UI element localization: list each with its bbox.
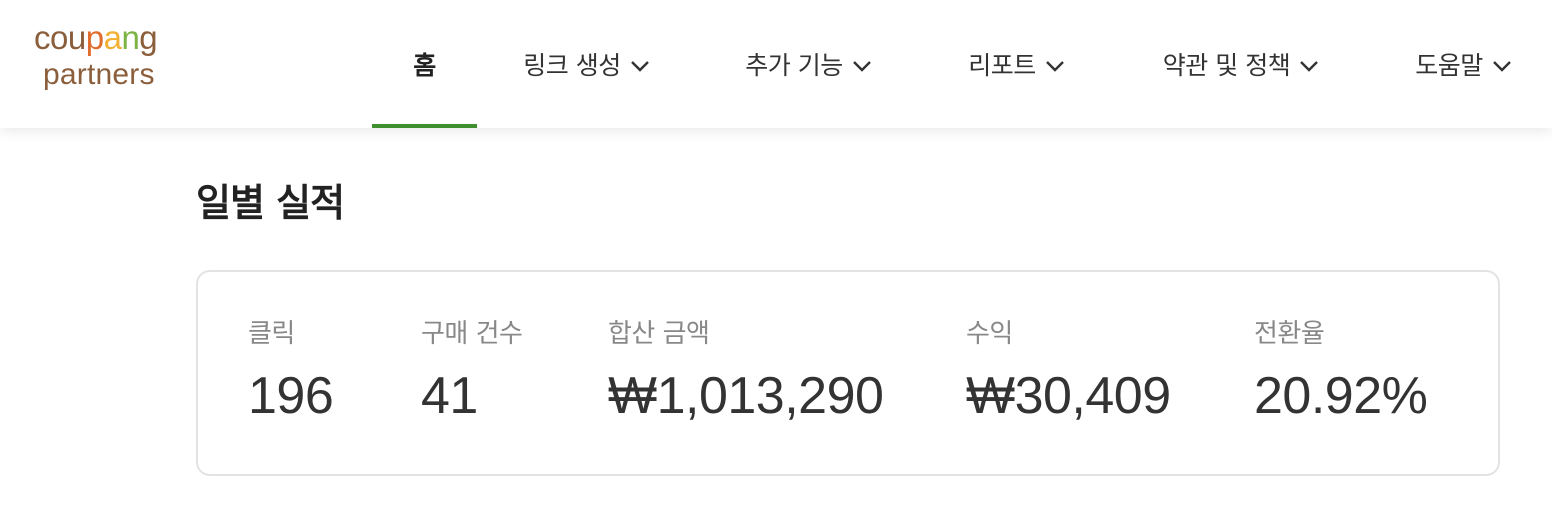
- nav-item-label: 약관 및 정책: [1162, 51, 1291, 80]
- stat-label: 구매 건수: [421, 319, 523, 349]
- nav-item-terms-policy[interactable]: 약관 및 정책: [1154, 0, 1329, 128]
- nav-item-label: 리포트: [968, 51, 1036, 80]
- logo-letter: u: [67, 19, 86, 56]
- stat-total-amount: 합산 금액 ₩1,013,290: [608, 316, 884, 426]
- stat-label: 합산 금액: [608, 319, 710, 349]
- logo-letter: a: [103, 19, 122, 56]
- stat-label: 전환율: [1254, 319, 1325, 349]
- stat-conversion-rate: 전환율 20.92%: [1254, 316, 1428, 426]
- logo-letter: c: [34, 19, 51, 56]
- nav-item-label: 추가 기능: [745, 51, 843, 80]
- stat-clicks: 클릭 196: [248, 316, 334, 426]
- coupang-partners-logo[interactable]: coupang partners: [34, 18, 184, 98]
- chevron-down-icon: [629, 59, 651, 73]
- chevron-down-icon: [1044, 59, 1066, 73]
- page-title: 일별 실적: [196, 181, 345, 225]
- chevron-down-icon: [1491, 59, 1513, 73]
- stat-revenue: 수익 ₩30,409: [966, 316, 1171, 426]
- logo-letter: p: [85, 19, 104, 56]
- logo-letter: n: [121, 19, 140, 56]
- stat-value: 196: [248, 367, 334, 425]
- stat-label: 수익: [966, 319, 1013, 349]
- chevron-down-icon: [1298, 59, 1320, 73]
- stat-value: ₩30,409: [966, 367, 1171, 425]
- stat-value: ₩1,013,290: [608, 367, 884, 425]
- nav-item-link-create[interactable]: 링크 생성: [517, 0, 657, 128]
- daily-performance-card: 클릭 196 구매 건수 41 합산 금액 ₩1,013,290 수익 ₩30,…: [196, 270, 1500, 476]
- top-header: coupang partners 홈 링크 생성 추가 기능 리포트 약관 및 …: [0, 0, 1552, 128]
- stat-value: 20.92%: [1254, 367, 1428, 425]
- logo-letter: g: [139, 19, 158, 56]
- nav-item-label: 링크 생성: [523, 51, 621, 80]
- nav-item-label: 홈: [413, 51, 436, 80]
- stat-label: 클릭: [248, 319, 295, 349]
- nav-item-help[interactable]: 도움말: [1408, 0, 1520, 128]
- logo-letter: o: [50, 19, 68, 56]
- logo-wordmark-top: coupang: [34, 18, 158, 58]
- active-tab-indicator: [372, 124, 477, 128]
- nav-item-home[interactable]: 홈: [372, 0, 477, 128]
- logo-wordmark-bottom: partners: [43, 58, 155, 91]
- nav-item-extra-features[interactable]: 추가 기능: [739, 0, 879, 128]
- nav-item-label: 도움말: [1415, 51, 1483, 80]
- nav-item-report[interactable]: 리포트: [962, 0, 1072, 128]
- chevron-down-icon: [851, 59, 873, 73]
- stat-purchases: 구매 건수 41: [421, 316, 523, 426]
- stat-value: 41: [421, 367, 478, 425]
